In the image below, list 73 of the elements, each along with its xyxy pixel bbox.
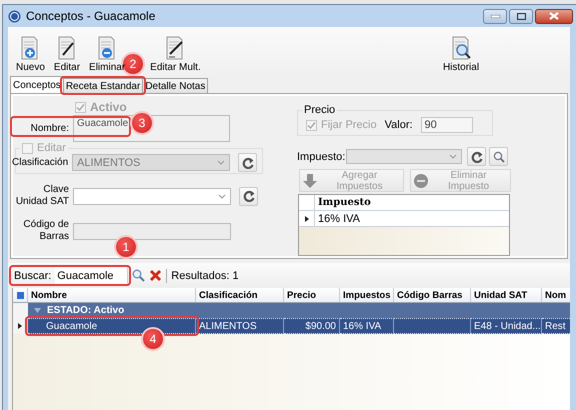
search-button[interactable]	[132, 269, 146, 282]
toolbar-button[interactable]: Editar Mult.	[150, 36, 201, 73]
tab[interactable]: Conceptos	[10, 76, 64, 93]
field-label: Valor:	[384, 119, 413, 131]
delete-icon	[97, 36, 118, 60]
group-label: ESTADO: Activo	[47, 305, 124, 316]
select-all-icon[interactable]	[16, 292, 24, 298]
search-icon	[492, 150, 505, 162]
minus-icon	[413, 172, 430, 188]
column-header[interactable]: Unidad SAT	[471, 288, 542, 302]
toolbar-button[interactable]: Nuevo	[16, 36, 45, 73]
field-label: Clave Unidad SAT	[14, 184, 70, 208]
group-label: Precio	[302, 104, 338, 116]
table-cell-text: 16% IVA	[317, 212, 361, 226]
column-header[interactable]: Precio	[284, 288, 340, 302]
clear-icon	[149, 269, 162, 282]
edit-icon	[56, 36, 77, 60]
toolbar-button[interactable]: Editar	[54, 36, 80, 73]
field-label: Código de Barras	[22, 219, 70, 243]
table-cell: Guacamole	[28, 318, 196, 334]
edit-icon	[165, 36, 186, 60]
tab[interactable]: Receta Estandar	[62, 78, 144, 93]
maximize-icon	[516, 12, 526, 20]
refresh-button[interactable]	[467, 147, 486, 166]
refresh-icon	[242, 190, 254, 202]
minimize-icon	[490, 14, 500, 18]
step-badge: 4	[143, 329, 163, 349]
clear-button[interactable]	[149, 269, 162, 282]
refresh-button[interactable]	[239, 186, 258, 206]
column-header[interactable]: Código Barras	[394, 288, 471, 302]
search-label: Buscar:	[14, 270, 52, 282]
step-badge: 3	[132, 113, 152, 133]
refresh-button[interactable]	[238, 153, 257, 172]
close-button[interactable]	[535, 8, 573, 24]
search-button[interactable]	[489, 147, 508, 166]
column-header[interactable]: Nom	[542, 288, 570, 302]
collapse-icon[interactable]	[34, 308, 41, 313]
new-document-icon	[20, 36, 40, 60]
field-label: Impuesto:	[297, 150, 346, 162]
table-cell: 16% IVA	[340, 318, 394, 334]
down-arrow-icon	[302, 172, 318, 188]
maximize-button[interactable]	[509, 8, 533, 24]
minimize-button[interactable]	[483, 8, 507, 24]
column-header[interactable]: Impuestos	[340, 288, 394, 302]
app-icon	[8, 10, 21, 22]
step-badge: 1	[116, 237, 136, 257]
tab[interactable]: Detalle Notas	[142, 78, 208, 93]
row-pointer-icon	[304, 216, 308, 222]
refresh-icon	[470, 150, 483, 162]
table-cell: ALIMENTOS	[196, 318, 284, 334]
group-row[interactable]: ESTADO: Activo	[13, 303, 570, 318]
price-field[interactable]: 90	[420, 117, 473, 133]
close-icon	[549, 12, 559, 20]
barcode-field[interactable]	[73, 222, 231, 240]
checkbox-label: Editar	[37, 142, 66, 154]
window-title: Conceptos - Guacamole	[26, 9, 156, 23]
checkbox-label: Activo	[90, 100, 127, 114]
search-field[interactable]: Guacamole	[55, 267, 128, 284]
field-label: Clasificación	[12, 156, 70, 168]
field-label: Nombre:	[30, 122, 70, 134]
table-cell: Rest	[542, 318, 570, 334]
search-icon	[132, 269, 146, 282]
toolbar-button[interactable]: Historial	[354, 22, 568, 73]
table-cell: E48 - Unidad...	[471, 318, 542, 334]
toolbar-button[interactable]: Eliminar	[89, 36, 126, 73]
history-search-icon	[451, 36, 471, 60]
checkbox-label: Fijar Precio	[321, 119, 377, 131]
column-header[interactable]: Clasificación	[196, 288, 284, 302]
refresh-icon	[242, 156, 254, 168]
results-count: Resultados: 1	[171, 270, 239, 282]
table-cell: $90.00	[284, 318, 340, 334]
row-pointer-icon	[18, 323, 22, 329]
column-header[interactable]: Nombre	[28, 288, 196, 302]
